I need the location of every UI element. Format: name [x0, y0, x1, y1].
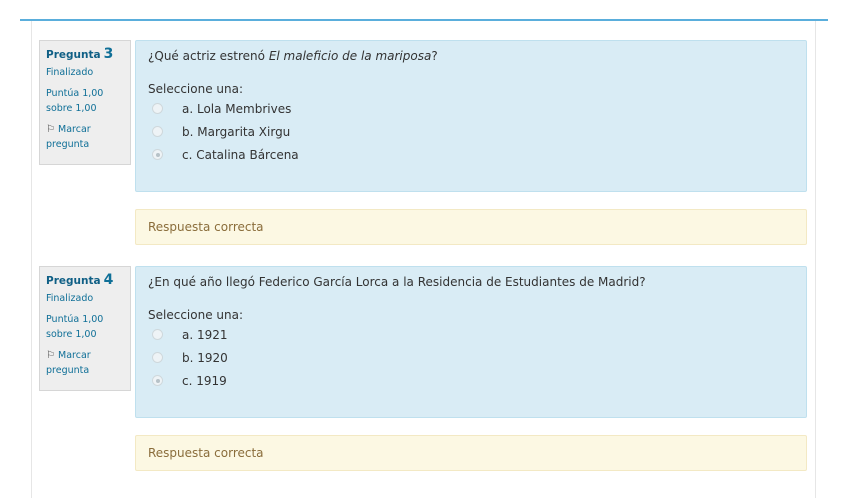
flag-icon: ⚐: [46, 350, 55, 361]
question-text-part: ¿En qué año llegó Federico García Lorca …: [148, 275, 646, 289]
answer-option[interactable]: c. 1919: [152, 369, 794, 392]
question-feedback-3: Respuesta correcta: [135, 209, 807, 245]
question-formulation-3: ¿Qué actriz estrenó El maleficio de la m…: [135, 40, 807, 192]
question-number: Pregunta 3: [46, 47, 124, 63]
answer-option[interactable]: c. Catalina Bárcena: [152, 143, 794, 166]
radio-icon[interactable]: [152, 126, 163, 137]
question-feedback-4: Respuesta correcta: [135, 435, 807, 471]
flag-question-link[interactable]: ⚐ Marcar pregunta: [46, 122, 124, 152]
question-grade: Puntúa 1,00 sobre 1,00: [46, 86, 124, 116]
answer-option[interactable]: a. 1921: [152, 323, 794, 346]
question-text-part: ¿Qué actriz estrenó: [148, 49, 269, 63]
flag-label-2: pregunta: [46, 365, 90, 376]
answer-label: b. 1920: [182, 350, 228, 365]
feedback-text: Respuesta correcta: [148, 446, 264, 460]
question-text: ¿Qué actriz estrenó El maleficio de la m…: [148, 48, 794, 64]
feedback-text: Respuesta correcta: [148, 220, 264, 234]
grade-line-1: Puntúa 1,00: [46, 314, 104, 325]
question-state: Finalizado: [46, 293, 94, 304]
answer-option[interactable]: a. Lola Membrives: [152, 97, 794, 120]
question-text-title: El maleficio de la mariposa: [268, 49, 432, 63]
question-text: ¿En qué año llegó Federico García Lorca …: [148, 274, 794, 290]
flag-question-link[interactable]: ⚐ Marcar pregunta: [46, 348, 124, 378]
answer-option[interactable]: b. Margarita Xirgu: [152, 120, 794, 143]
answer-label: a. Lola Membrives: [182, 101, 292, 116]
question-formulation-4: ¿En qué año llegó Federico García Lorca …: [135, 266, 807, 418]
answer-option[interactable]: b. 1920: [152, 346, 794, 369]
radio-icon[interactable]: [152, 103, 163, 114]
question-info-3: Pregunta 3 Finalizado Puntúa 1,00 sobre …: [39, 40, 131, 165]
radio-icon[interactable]: [152, 375, 163, 386]
radio-icon[interactable]: [152, 149, 163, 160]
top-divider: [20, 19, 828, 21]
answer-label: a. 1921: [182, 327, 228, 342]
radio-icon[interactable]: [152, 352, 163, 363]
flag-label-2: pregunta: [46, 139, 90, 150]
question-number-value: 3: [103, 46, 114, 62]
question-info-4: Pregunta 4 Finalizado Puntúa 1,00 sobre …: [39, 266, 131, 391]
question-label: Pregunta: [46, 275, 101, 287]
grade-line-2: sobre 1,00: [46, 329, 97, 340]
flag-icon: ⚐: [46, 124, 55, 135]
question-number-value: 4: [103, 272, 114, 288]
question-number: Pregunta 4: [46, 273, 124, 289]
answer-prompt: Seleccione una:: [148, 308, 243, 322]
answer-label: c. 1919: [182, 373, 227, 388]
page-border-right: [815, 21, 816, 498]
grade-line-2: sobre 1,00: [46, 103, 97, 114]
radio-icon[interactable]: [152, 329, 163, 340]
flag-label-1: Marcar: [58, 124, 91, 135]
answer-label: c. Catalina Bárcena: [182, 147, 299, 162]
grade-line-1: Puntúa 1,00: [46, 88, 104, 99]
question-grade: Puntúa 1,00 sobre 1,00: [46, 312, 124, 342]
page-border-left: [31, 21, 32, 498]
answer-prompt: Seleccione una:: [148, 82, 243, 96]
question-text-end: ?: [431, 49, 438, 63]
question-state: Finalizado: [46, 67, 94, 78]
question-label: Pregunta: [46, 49, 101, 61]
flag-label-1: Marcar: [58, 350, 91, 361]
answer-label: b. Margarita Xirgu: [182, 124, 291, 139]
